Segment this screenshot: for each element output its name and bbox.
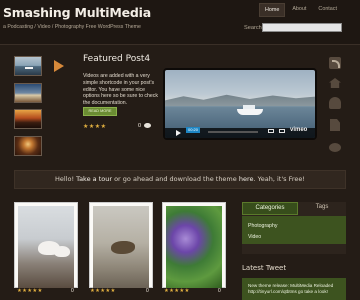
category-video[interactable]: Video <box>248 234 261 240</box>
user-button[interactable] <box>328 96 342 110</box>
featured-rating[interactable]: ★★★★ <box>83 123 107 130</box>
nav-home[interactable]: Home <box>258 3 286 17</box>
nav-about[interactable]: About <box>287 3 311 17</box>
search-input[interactable] <box>262 23 342 32</box>
post-3-comment-count[interactable]: 0 <box>218 288 221 294</box>
post-3-rating[interactable]: ★★★★★ <box>164 288 190 294</box>
welcome-prefix: Hello! <box>55 175 77 183</box>
video-progress[interactable] <box>208 131 258 133</box>
featured-post-title[interactable]: Featured Post4 <box>83 54 150 64</box>
welcome-suffix: . Yeah, it's Free! <box>253 175 305 183</box>
featured-thumb-2[interactable] <box>14 83 42 103</box>
main-nav: Home About Contact <box>258 3 342 17</box>
user-icon <box>329 97 341 109</box>
site-title[interactable]: Smashing MultiMedia <box>3 5 151 20</box>
home-button[interactable] <box>328 76 342 90</box>
post-1-comment-count[interactable]: 0 <box>71 288 74 294</box>
gull-figure-2 <box>54 246 70 257</box>
video-frame-boat <box>237 105 263 115</box>
nav-contact[interactable]: Contact <box>313 3 342 17</box>
tour-link[interactable]: Take a tour <box>76 175 112 183</box>
tab-categories[interactable]: Categories <box>242 202 298 215</box>
header: Smashing MultiMedia a Podcasting / Video… <box>0 0 360 44</box>
category-photography[interactable]: Photography <box>248 223 277 229</box>
read-more-button[interactable]: READ MORE <box>83 107 117 116</box>
home-icon <box>329 78 341 88</box>
selection-arrow-icon <box>54 60 64 72</box>
tab-tags[interactable]: Tags <box>298 202 346 215</box>
featured-post-description: Videos are added with a very simple shor… <box>83 73 158 107</box>
tweet-text[interactable]: New theme release: MultiMedia Reloaded h… <box>248 283 344 295</box>
post-2-comment-count[interactable]: 0 <box>146 288 149 294</box>
fullscreen-icon[interactable] <box>279 129 285 133</box>
post-thumbnail-1[interactable] <box>14 202 78 288</box>
post-1-rating[interactable]: ★★★★★ <box>17 288 43 294</box>
post-photo-1 <box>18 206 74 288</box>
featured-thumb-4[interactable] <box>14 136 42 156</box>
download-link[interactable]: here <box>239 175 254 183</box>
latest-tweet-heading: Latest Tweet <box>242 264 287 272</box>
site-tagline: a Podcasting / Video / Photography Free … <box>3 24 141 30</box>
post-photo-3 <box>166 206 222 288</box>
search-label: Search: <box>244 25 264 31</box>
welcome-banner: Hello! Take a tour or go ahead and downl… <box>14 170 346 189</box>
hd-icon[interactable] <box>268 129 274 133</box>
comment-bubble-icon <box>144 123 151 128</box>
post-thumbnail-3[interactable] <box>162 202 226 288</box>
post-photo-2 <box>93 206 149 288</box>
rss-icon <box>329 57 341 69</box>
welcome-middle: or go ahead and download the theme <box>112 175 239 183</box>
chat-icon <box>329 142 341 152</box>
post-thumbnail-2[interactable] <box>89 202 153 288</box>
featured-thumb-1[interactable] <box>14 56 42 76</box>
featured-thumb-3[interactable] <box>14 109 42 129</box>
post-2-rating[interactable]: ★★★★★ <box>90 288 116 294</box>
video-frame-hills <box>165 94 315 106</box>
vimeo-logo[interactable]: vimeo <box>290 127 307 133</box>
header-divider <box>0 44 360 45</box>
document-button[interactable] <box>328 118 342 132</box>
play-icon[interactable] <box>176 130 181 136</box>
rss-button[interactable] <box>328 56 342 70</box>
sparrow-figure <box>111 241 135 254</box>
video-time: 00:20 <box>186 127 201 133</box>
featured-comment-count[interactable]: 0 <box>138 123 141 129</box>
document-icon <box>330 119 340 131</box>
chat-button[interactable] <box>328 140 342 154</box>
